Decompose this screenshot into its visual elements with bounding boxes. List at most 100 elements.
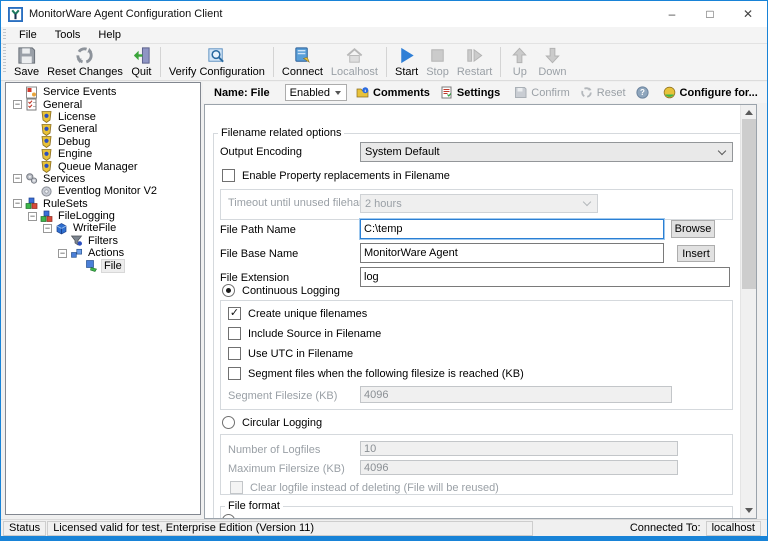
verify-configuration-button[interactable]: Verify Configuration (165, 44, 269, 80)
shield-icon (40, 110, 53, 124)
minimize-button[interactable]: – (653, 1, 691, 27)
license-pane: Licensed valid for test, Enterprise Edit… (47, 520, 534, 536)
tree-item-filelogging[interactable]: − FileLogging (6, 210, 200, 222)
confirm-button: Confirm (509, 86, 575, 99)
menu-tools[interactable]: Tools (46, 28, 90, 42)
file-format-group (220, 506, 733, 518)
connect-icon (295, 47, 310, 63)
file-path-label: File Path Name (220, 224, 296, 236)
shield-icon (40, 160, 53, 174)
file-base-label: File Base Name (220, 248, 299, 260)
settings-button[interactable]: Settings (435, 86, 505, 99)
status-pane: Status (3, 520, 47, 536)
config-form-panel: Filename related options Output Encoding… (204, 104, 757, 519)
app-window: MonitorWare Agent Configuration Client –… (0, 0, 768, 541)
verify-configuration-icon (208, 48, 225, 63)
file-base-input[interactable] (360, 243, 664, 263)
actions-icon (70, 247, 83, 260)
tree-item-actions[interactable]: − Actions (6, 247, 200, 259)
clear-logfile-checkbox (230, 481, 243, 494)
maximize-button[interactable]: □ (691, 1, 729, 27)
comments-button[interactable]: Comments (351, 86, 435, 99)
connected-to-label: Connected To: (629, 522, 701, 534)
collapse-icon[interactable]: − (13, 174, 22, 184)
collapse-icon[interactable]: − (28, 211, 37, 221)
tree-item-rulesets[interactable]: − RuleSets (6, 198, 200, 210)
file-path-input[interactable] (359, 218, 665, 240)
tree-item-service-events[interactable]: Service Events (6, 86, 200, 99)
toolbar-grip (3, 44, 6, 73)
connected-host-pane: localhost (705, 520, 761, 536)
tree-item-engine[interactable]: Engine (6, 148, 200, 161)
tree-item-writefile[interactable]: − WriteFile (6, 222, 200, 234)
up-button: Up (505, 44, 534, 80)
menu-file[interactable]: File (10, 28, 46, 42)
tree-item-services[interactable]: − Services (6, 173, 200, 185)
vertical-scrollbar[interactable] (740, 105, 756, 518)
num-logfiles-label: Number of Logfiles (228, 444, 321, 456)
scroll-up-button[interactable] (741, 105, 756, 120)
continuous-logging-label: Continuous Logging (242, 285, 340, 297)
scrollbar-thumb[interactable] (742, 119, 756, 289)
configure-for-button[interactable]: Configure for... (658, 86, 767, 99)
collapse-icon[interactable]: − (13, 100, 22, 110)
continuous-logging-radio[interactable] (222, 284, 235, 297)
clear-logfile-label: Clear logfile instead of deleting (File … (250, 482, 499, 494)
tree-item-eventlog-monitor-v2[interactable]: Eventlog Monitor V2 (6, 185, 200, 197)
tree-item-general[interactable]: − General (6, 98, 200, 111)
tree-item-debug[interactable]: Debug (6, 135, 200, 149)
cubes-icon (40, 210, 53, 223)
down-button: Down (534, 44, 570, 80)
collapse-icon[interactable]: − (43, 223, 52, 233)
include-source-checkbox[interactable] (228, 327, 241, 340)
start-button[interactable]: Start (391, 44, 422, 80)
segment-filesize-input (360, 386, 672, 403)
quit-button[interactable]: Quit (127, 44, 156, 80)
title-bar: MonitorWare Agent Configuration Client –… (1, 1, 767, 27)
tree-item-filters[interactable]: Filters (6, 235, 200, 247)
circular-logging-radio[interactable] (222, 416, 235, 429)
confirm-icon (515, 87, 527, 98)
scroll-down-button[interactable] (741, 503, 756, 518)
svg-text:?: ? (640, 88, 645, 97)
insert-button[interactable]: Insert (677, 245, 715, 262)
shield-icon (40, 135, 53, 149)
tree-item-file[interactable]: File (6, 258, 200, 273)
max-filesize-input (360, 460, 678, 475)
file-extension-input[interactable] (360, 267, 730, 287)
circular-logging-label: Circular Logging (242, 417, 323, 429)
localhost-button: Localhost (327, 44, 382, 80)
use-utc-label: Use UTC in Filename (248, 348, 354, 360)
save-button[interactable]: Save (10, 44, 43, 80)
use-utc-checkbox[interactable] (228, 347, 241, 360)
enable-property-checkbox[interactable] (222, 169, 235, 182)
action-toolbar: Name: File Enabled Comments Settings Con… (203, 82, 767, 103)
output-encoding-label: Output Encoding (220, 146, 302, 158)
reset-changes-button[interactable]: Reset Changes (43, 44, 127, 80)
stop-button: Stop (422, 44, 453, 80)
segment-filesize-label: Segment Filesize (KB) (228, 390, 338, 402)
collapse-icon[interactable]: − (58, 248, 67, 258)
browse-button[interactable]: Browse (671, 220, 715, 238)
tree-item-queue-manager[interactable]: Queue Manager (6, 160, 200, 174)
file-action-icon (85, 259, 98, 273)
reset-changes-icon (76, 47, 94, 64)
segment-files-checkbox[interactable] (228, 367, 241, 380)
output-encoding-select[interactable]: System Default (360, 142, 733, 162)
shield-icon (40, 123, 53, 136)
tree-item-license[interactable]: License (6, 110, 200, 124)
help-button[interactable]: ? (631, 86, 654, 99)
close-button[interactable]: ✕ (729, 1, 767, 27)
window-title: MonitorWare Agent Configuration Client (29, 8, 223, 20)
create-unique-checkbox[interactable] (228, 307, 241, 320)
tree-item-general-sub[interactable]: General (6, 123, 200, 136)
enabled-dropdown[interactable]: Enabled (284, 84, 348, 101)
chevron-down-icon (717, 146, 727, 155)
menu-help[interactable]: Help (89, 28, 130, 42)
restart-icon (467, 48, 483, 63)
collapse-icon[interactable]: − (13, 199, 22, 209)
cubes-icon (25, 197, 38, 210)
chevron-down-icon (335, 90, 342, 95)
connect-button[interactable]: Connect (278, 44, 327, 80)
comments-icon (356, 87, 369, 98)
